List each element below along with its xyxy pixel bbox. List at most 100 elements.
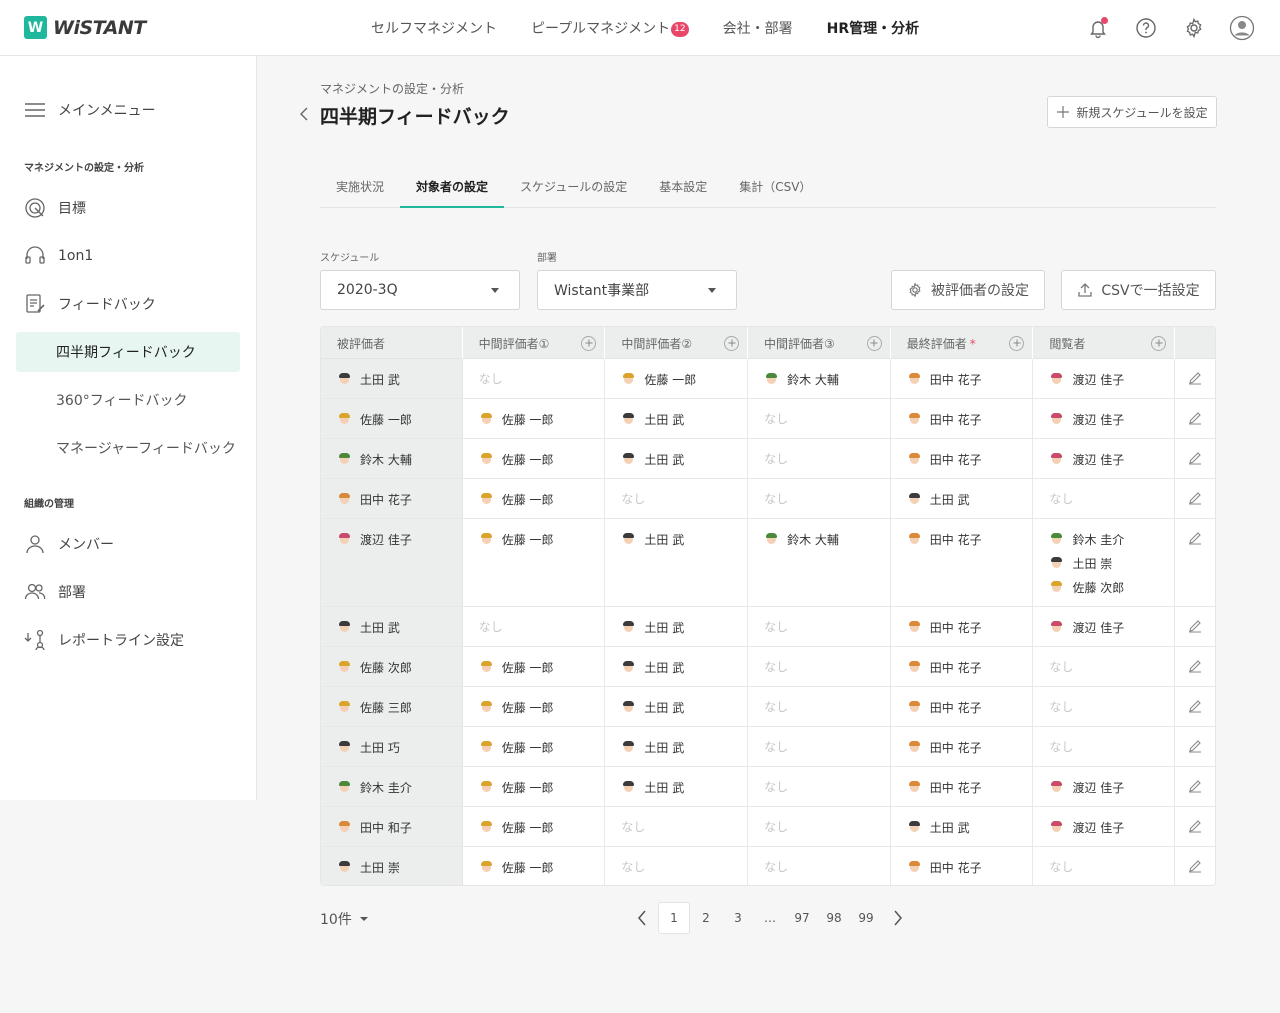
person-chip[interactable]: 土田 崇	[1049, 555, 1174, 571]
final-cell[interactable]: 田中 花子	[891, 687, 1034, 726]
person-chip[interactable]: 佐藤 一郎	[337, 411, 462, 427]
department-select[interactable]: Wistant事業部	[537, 270, 737, 310]
mid2-cell[interactable]: なし	[605, 847, 749, 885]
tab[interactable]: 基本設定	[643, 168, 723, 208]
viewers-cell[interactable]: 渡辺 佳子	[1033, 359, 1176, 398]
mid3-cell[interactable]: なし	[748, 607, 891, 646]
person-chip[interactable]: 鈴木 大輔	[764, 371, 890, 387]
final-cell[interactable]: 田中 花子	[891, 727, 1034, 766]
final-cell[interactable]: 田中 花子	[891, 767, 1034, 806]
topnav-item[interactable]: セルフマネジメント	[371, 18, 497, 38]
person-chip[interactable]: 田中 花子	[907, 371, 1033, 387]
person-chip[interactable]: 佐藤 次郎	[337, 659, 462, 675]
person-chip[interactable]: 佐藤 一郎	[479, 699, 605, 715]
person-chip[interactable]: 渡辺 佳子	[1049, 451, 1174, 467]
person-chip[interactable]: 田中 花子	[907, 859, 1033, 875]
mid1-cell[interactable]: 佐藤 一郎	[463, 647, 606, 686]
page-number-button[interactable]: 2	[690, 902, 722, 934]
person-chip[interactable]: 土田 崇	[337, 859, 462, 875]
edit-icon[interactable]	[1188, 779, 1202, 806]
viewers-cell[interactable]: 渡辺 佳子	[1033, 767, 1176, 806]
person-chip[interactable]: 佐藤 一郎	[479, 531, 605, 547]
sidebar-item-departments[interactable]: 部署	[24, 580, 86, 604]
person-chip[interactable]: 鈴木 圭介	[1049, 531, 1174, 547]
person-chip[interactable]: 佐藤 三郎	[337, 699, 462, 715]
sidebar-item-1on1[interactable]: 1on1	[24, 244, 93, 268]
person-chip[interactable]: 土田 武	[907, 491, 1033, 507]
final-cell[interactable]: 田中 花子	[891, 519, 1034, 606]
final-cell[interactable]: 田中 花子	[891, 359, 1034, 398]
mid2-cell[interactable]: 佐藤 一郎	[605, 359, 749, 398]
mid2-cell[interactable]: 土田 武	[605, 647, 749, 686]
mid2-cell[interactable]: なし	[605, 479, 749, 518]
final-cell[interactable]: 土田 武	[891, 807, 1034, 846]
person-chip[interactable]: 田中 花子	[907, 619, 1033, 635]
viewers-cell[interactable]: 渡辺 佳子	[1033, 607, 1176, 646]
sidebar-item-reportline[interactable]: レポートライン設定	[24, 628, 184, 652]
edit-icon[interactable]	[1188, 699, 1202, 726]
sidebar-item-feedback[interactable]: フィードバック	[24, 292, 156, 316]
mid2-cell[interactable]: 土田 武	[605, 607, 749, 646]
gear-icon[interactable]	[1180, 14, 1208, 42]
mid3-cell[interactable]: 鈴木 大輔	[748, 519, 891, 606]
add-column-icon[interactable]	[1151, 335, 1167, 351]
person-chip[interactable]: 田中 花子	[907, 739, 1033, 755]
chevron-left-icon[interactable]	[298, 106, 310, 126]
mid3-cell[interactable]: なし	[748, 439, 891, 478]
person-chip[interactable]: 佐藤 一郎	[479, 779, 605, 795]
topnav-item[interactable]: 会社・部署	[723, 18, 793, 38]
person-chip[interactable]: 田中 花子	[337, 491, 462, 507]
person-chip[interactable]: 土田 武	[337, 619, 462, 635]
person-chip[interactable]: 土田 武	[907, 819, 1033, 835]
mid1-cell[interactable]: 佐藤 一郎	[463, 847, 606, 885]
final-cell[interactable]: 土田 武	[891, 479, 1034, 518]
person-chip[interactable]: 土田 武	[621, 451, 747, 467]
person-chip[interactable]: 田中 和子	[337, 819, 462, 835]
sidebar-subitem-quarterly-feedback[interactable]: 四半期フィードバック	[16, 332, 240, 372]
person-chip[interactable]: 渡辺 佳子	[1049, 371, 1174, 387]
person-chip[interactable]: 土田 武	[621, 699, 747, 715]
page-number-button[interactable]: 98	[818, 902, 850, 934]
main-menu-button[interactable]: メインメニュー	[24, 100, 156, 120]
viewers-cell[interactable]: なし	[1033, 687, 1176, 726]
mid2-cell[interactable]: 土田 武	[605, 767, 749, 806]
person-chip[interactable]: 田中 花子	[907, 411, 1033, 427]
person-chip[interactable]: 田中 花子	[907, 659, 1033, 675]
sidebar-item-goal[interactable]: 目標	[24, 196, 86, 220]
person-chip[interactable]: 田中 花子	[907, 451, 1033, 467]
csv-bulk-button[interactable]: CSVで一括設定	[1061, 270, 1216, 310]
person-chip[interactable]: 渡辺 佳子	[1049, 819, 1174, 835]
mid3-cell[interactable]: 鈴木 大輔	[748, 359, 891, 398]
final-cell[interactable]: 田中 花子	[891, 647, 1034, 686]
mid1-cell[interactable]: 佐藤 一郎	[463, 807, 606, 846]
person-chip[interactable]: 田中 花子	[907, 699, 1033, 715]
mid3-cell[interactable]: なし	[748, 727, 891, 766]
viewers-cell[interactable]: 渡辺 佳子	[1033, 399, 1176, 438]
new-schedule-button[interactable]: 新規スケジュールを設定	[1047, 96, 1217, 128]
sidebar-subitem-360-feedback[interactable]: 360°フィードバック	[16, 380, 240, 420]
edit-icon[interactable]	[1188, 819, 1202, 846]
person-chip[interactable]: 佐藤 一郎	[479, 819, 605, 835]
add-column-icon[interactable]	[581, 335, 597, 351]
mid3-cell[interactable]: なし	[748, 807, 891, 846]
breadcrumb[interactable]: マネジメントの設定・分析	[320, 80, 464, 97]
edit-icon[interactable]	[1188, 451, 1202, 478]
tab[interactable]: 実施状況	[320, 168, 400, 208]
edit-icon[interactable]	[1188, 491, 1202, 518]
mid1-cell[interactable]: 佐藤 一郎	[463, 479, 606, 518]
schedule-select[interactable]: 2020-3Q	[320, 270, 520, 310]
mid3-cell[interactable]: なし	[748, 479, 891, 518]
mid2-cell[interactable]: 土田 武	[605, 519, 749, 606]
edit-icon[interactable]	[1188, 739, 1202, 766]
edit-icon[interactable]	[1188, 659, 1202, 686]
evaluatee-settings-button[interactable]: 被評価者の設定	[891, 270, 1045, 310]
person-chip[interactable]: 佐藤 一郎	[621, 371, 747, 387]
final-cell[interactable]: 田中 花子	[891, 607, 1034, 646]
person-chip[interactable]: 佐藤 次郎	[1049, 579, 1174, 595]
person-chip[interactable]: 佐藤 一郎	[479, 739, 605, 755]
topnav-item[interactable]: HR管理・分析	[827, 18, 920, 38]
add-column-icon[interactable]	[1009, 335, 1025, 351]
person-chip[interactable]: 佐藤 一郎	[479, 411, 605, 427]
person-chip[interactable]: 土田 巧	[337, 739, 462, 755]
person-chip[interactable]: 田中 花子	[907, 531, 1033, 547]
